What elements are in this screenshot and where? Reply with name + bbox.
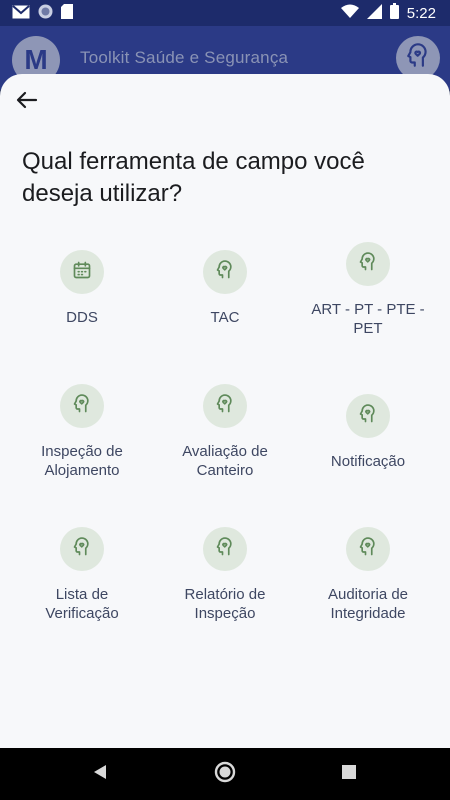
calendar-icon <box>72 260 92 285</box>
tool-lista-verificacao[interactable]: Lista de Verificação <box>12 527 152 623</box>
tool-selection-sheet: Qual ferramenta de campo você deseja uti… <box>0 74 450 748</box>
tool-label: ART - PT - PTE - PET <box>311 301 425 337</box>
head-heart-icon <box>72 393 92 419</box>
system-nav-bar <box>0 748 450 800</box>
head-heart-icon <box>72 536 92 562</box>
tool-icon-circle <box>346 394 390 438</box>
tool-notificacao[interactable]: Notificação <box>298 394 438 471</box>
back-triangle-icon <box>93 764 107 785</box>
tool-icon-circle <box>346 242 390 286</box>
head-heart-icon <box>215 536 235 562</box>
tool-icon-circle <box>203 384 247 428</box>
status-notifications <box>12 4 73 24</box>
sheet-title: Qual ferramenta de campo você deseja uti… <box>22 148 365 207</box>
head-heart-icon <box>358 403 378 429</box>
tool-inspecao-alojamento[interactable]: Inspeção de Alojamento <box>12 384 152 480</box>
tool-relatorio-inspecao[interactable]: Relatório de Inspeção <box>155 527 295 623</box>
head-heart-icon <box>358 536 378 562</box>
battery-icon <box>389 3 399 24</box>
back-button[interactable] <box>12 88 42 116</box>
cell-signal-icon <box>366 3 382 24</box>
head-heart-icon <box>405 42 431 74</box>
tool-icon-circle <box>60 384 104 428</box>
nav-back-button[interactable] <box>88 762 112 786</box>
tool-label: TAC <box>210 309 240 326</box>
wifi-icon <box>340 4 359 23</box>
head-heart-icon <box>215 393 235 419</box>
tool-art-pt-pte-pet[interactable]: ART - PT - PTE - PET <box>298 242 438 338</box>
tool-auditoria-integridade[interactable]: Auditoria de Integridade <box>298 527 438 623</box>
arrow-left-icon <box>16 91 38 114</box>
circle-app-icon <box>38 4 53 24</box>
status-bar: 5:22 <box>0 0 450 26</box>
tool-icon-circle <box>203 527 247 571</box>
tool-dds[interactable]: DDS <box>12 250 152 327</box>
head-heart-icon <box>215 259 235 285</box>
tool-icon-circle <box>203 250 247 294</box>
status-time: 5:22 <box>406 4 436 22</box>
nav-home-button[interactable] <box>213 761 237 788</box>
tool-label: Avaliação de Canteiro <box>182 443 268 479</box>
tool-icon-circle <box>346 527 390 571</box>
home-circle-icon <box>214 761 236 788</box>
tool-label: Auditoria de Integridade <box>327 586 409 622</box>
tool-label: DDS <box>66 309 98 326</box>
tool-icon-circle <box>60 250 104 294</box>
status-system: 5:22 <box>340 3 436 24</box>
tool-avaliacao-canteiro[interactable]: Avaliação de Canteiro <box>155 384 295 480</box>
tool-label: Notificação <box>330 453 406 470</box>
tool-label: Inspeção de Alojamento <box>41 443 123 479</box>
nav-recents-button[interactable] <box>337 762 361 786</box>
head-heart-icon <box>358 251 378 277</box>
recents-square-icon <box>342 764 356 784</box>
tool-label: Relatório de Inspeção <box>184 586 266 622</box>
sd-card-icon <box>61 4 73 24</box>
app-title: Toolkit Saúde e Segurança <box>80 48 289 67</box>
tool-tac[interactable]: TAC <box>155 250 295 327</box>
tool-label: Lista de Verificação <box>45 586 119 622</box>
gmail-icon <box>12 4 30 24</box>
tool-icon-circle <box>60 527 104 571</box>
